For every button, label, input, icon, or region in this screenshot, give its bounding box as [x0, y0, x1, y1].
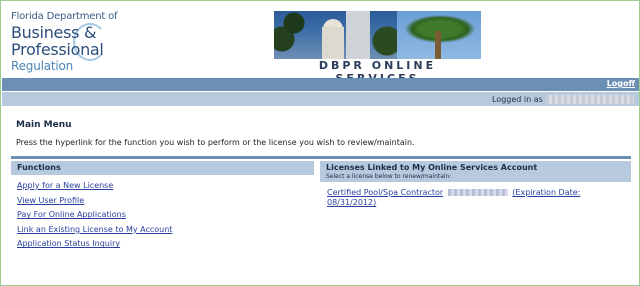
logoff-link[interactable]: Logoff	[607, 79, 635, 88]
page-description: Press the hyperlink for the function you…	[16, 138, 415, 147]
application-status-inquiry-link[interactable]: Application Status Inquiry	[17, 237, 172, 252]
logo-line-1: Florida Department of	[11, 11, 118, 22]
view-user-profile-link[interactable]: View User Profile	[17, 194, 172, 209]
logo-line-4: Regulation	[11, 59, 74, 73]
pay-online-applications-link[interactable]: Pay For Online Applications	[17, 208, 172, 223]
palm-tree-photo	[397, 11, 481, 59]
licenses-subheading: Select a license below to renew/maintain…	[326, 173, 452, 180]
page-frame: Florida Department of Business & Profess…	[0, 0, 640, 286]
license-entry: Certified Pool/Spa Contractor (Expiratio…	[327, 188, 617, 208]
section-divider	[11, 156, 631, 159]
logo-line-3: Professional	[11, 40, 104, 59]
functions-list: Apply for a New License View User Profil…	[17, 179, 172, 252]
licenses-header: Licenses Linked to My Online Services Ac…	[320, 161, 631, 182]
link-existing-license-link[interactable]: Link an Existing License to My Account	[17, 223, 172, 238]
dbpr-logo[interactable]: Florida Department of Business & Profess…	[11, 11, 131, 73]
redacted-license-number	[447, 189, 508, 196]
status-bar: Logged in as	[2, 92, 639, 106]
functions-heading: Functions	[17, 163, 61, 172]
logged-in-label: Logged in as	[492, 95, 543, 104]
redacted-username	[546, 95, 634, 104]
page-title: Main Menu	[16, 120, 72, 130]
licenses-heading: Licenses Linked to My Online Services Ac…	[326, 163, 538, 172]
top-nav-bar: Logoff	[2, 78, 639, 91]
apply-new-license-link[interactable]: Apply for a New License	[17, 179, 172, 194]
functions-header: Functions	[11, 161, 314, 175]
license-type-link[interactable]: Certified Pool/Spa Contractor	[327, 188, 443, 197]
